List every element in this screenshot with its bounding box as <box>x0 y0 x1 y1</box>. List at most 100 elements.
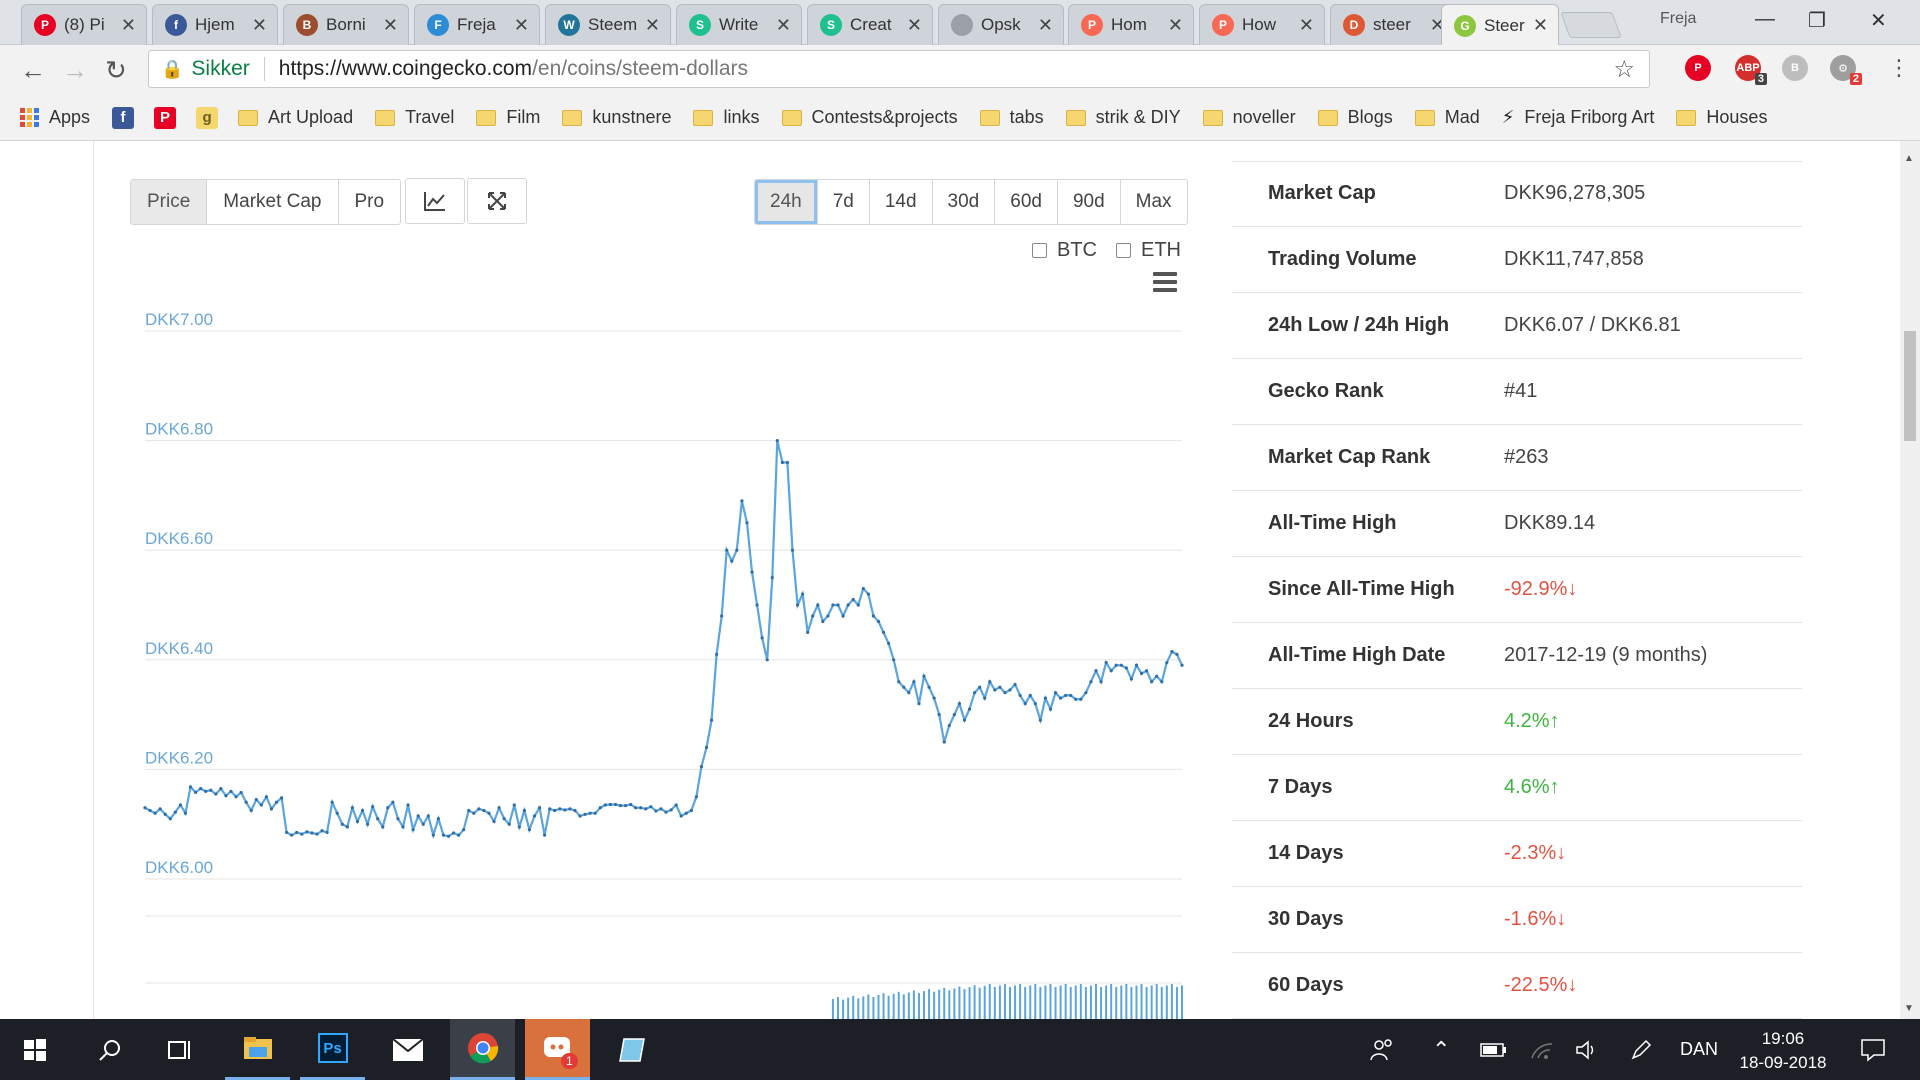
bookmark-star-icon[interactable]: ☆ <box>1613 55 1635 84</box>
volume-bar <box>1029 985 1032 1019</box>
browser-tab[interactable]: G Steer ✕ <box>1441 4 1559 46</box>
pen-icon[interactable] <box>1630 1019 1652 1080</box>
menu-kebab-icon[interactable]: ⋮ <box>1888 55 1910 81</box>
address-bar[interactable]: 🔒 Sikker https://www.coingecko.com /en/c… <box>148 50 1650 88</box>
file-explorer-icon[interactable] <box>225 1019 290 1080</box>
adblock-extension-icon[interactable]: ABP 3 <box>1735 55 1767 85</box>
windows-start-icon[interactable] <box>0 1019 70 1080</box>
bookmark-label: strik & DIY <box>1095 107 1181 127</box>
b-extension-icon[interactable]: B <box>1782 55 1808 81</box>
bookmark-tabs[interactable]: tabs <box>979 107 1044 128</box>
volume-bar <box>1150 985 1153 1019</box>
back-icon[interactable]: ← <box>20 55 46 86</box>
price-point <box>563 808 567 812</box>
tab-close-icon[interactable]: ✕ <box>383 15 398 36</box>
price-point <box>259 803 263 807</box>
minimize-icon[interactable]: — <box>1755 8 1775 31</box>
tab-close-icon[interactable]: ✕ <box>1533 15 1548 36</box>
browser-tab[interactable]: P (8) Pi ✕ <box>21 4 147 45</box>
browser-tab[interactable]: Opsk ✕ <box>938 4 1064 45</box>
bookmark-f[interactable]: f <box>112 106 142 129</box>
price-point <box>593 811 597 815</box>
close-window-icon[interactable]: ✕ <box>1870 8 1887 33</box>
browser-tab[interactable]: P How ✕ <box>1199 4 1325 45</box>
bookmark-travel[interactable]: Travel <box>375 107 454 128</box>
tab-close-icon[interactable]: ✕ <box>1168 15 1183 36</box>
bookmark-p[interactable]: P <box>154 106 184 129</box>
people-icon[interactable] <box>1370 1019 1394 1080</box>
tab-close-icon[interactable]: ✕ <box>121 15 136 36</box>
bookmark-noveller[interactable]: noveller <box>1202 107 1296 128</box>
chrome-icon[interactable] <box>450 1019 515 1080</box>
bookmark-contests-projects[interactable]: Contests&projects <box>781 107 958 128</box>
new-tab-button[interactable] <box>1560 12 1622 38</box>
restore-icon[interactable]: ❐ <box>1808 8 1826 33</box>
tab-close-icon[interactable]: ✕ <box>645 15 660 36</box>
price-point <box>492 819 496 824</box>
browser-tab[interactable]: f Hjem ✕ <box>152 4 278 45</box>
price-point <box>274 800 279 804</box>
bookmark-g[interactable]: g <box>196 106 226 129</box>
tab-close-icon[interactable]: ✕ <box>1038 15 1053 36</box>
price-point <box>446 834 451 838</box>
battery-icon[interactable] <box>1480 1019 1508 1080</box>
scroll-thumb[interactable] <box>1904 331 1916 441</box>
tab-close-icon[interactable]: ✕ <box>776 15 791 36</box>
bookmark-strik-diy[interactable]: strik & DIY <box>1065 107 1181 128</box>
bookmark-mad[interactable]: Mad <box>1414 107 1480 128</box>
forward-icon[interactable]: → <box>62 55 88 86</box>
browser-tab[interactable]: P Hom ✕ <box>1068 4 1194 45</box>
browser-tab[interactable]: B Borni ✕ <box>283 4 409 45</box>
volume-bar <box>1125 984 1128 1019</box>
bookmark-links[interactable]: links <box>693 107 760 128</box>
volume-icon[interactable] <box>1575 1019 1599 1080</box>
bookmark-kunstnere[interactable]: kunstnere <box>562 107 671 128</box>
volume-bar <box>837 997 840 1019</box>
bookmark-freja-friborg-art[interactable]: ⚡ Freja Friborg Art <box>1502 107 1655 128</box>
browser-tab[interactable]: S Creat ✕ <box>807 4 933 45</box>
bookmark-label: links <box>723 107 760 127</box>
browser-tab[interactable]: F Freja ✕ <box>414 4 540 45</box>
price-point <box>568 807 572 811</box>
bookmark-apps[interactable]: Apps <box>20 107 90 128</box>
reload-icon[interactable]: ↻ <box>105 55 127 86</box>
wifi-icon[interactable] <box>1530 1019 1554 1080</box>
notifications-icon[interactable] <box>1860 1019 1886 1080</box>
browser-tab[interactable]: Dsteer ✕ <box>1330 4 1456 45</box>
language-indicator[interactable]: DAN <box>1680 1019 1718 1080</box>
swirl-icon: F <box>427 14 449 36</box>
bookmark-film[interactable]: Film <box>476 107 540 128</box>
mail-icon[interactable] <box>375 1019 440 1080</box>
tab-close-icon[interactable]: ✕ <box>1299 15 1314 36</box>
volume-bar <box>857 998 860 1019</box>
notes-app-icon[interactable] <box>600 1019 665 1080</box>
bookmark-houses[interactable]: Houses <box>1676 107 1767 128</box>
tab-close-icon[interactable]: ✕ <box>252 15 267 36</box>
page-scrollbar[interactable]: ▲ ▼ <box>1900 141 1920 1019</box>
price-point <box>861 586 865 591</box>
scroll-up-icon[interactable]: ▲ <box>1904 153 1914 164</box>
browser-tab[interactable]: W Steem ✕ <box>545 4 671 45</box>
patreon-icon: P <box>1081 14 1103 36</box>
stat-value: -92.9%↓ <box>1504 578 1577 601</box>
bookmark-art-upload[interactable]: Art Upload <box>238 107 353 128</box>
discord-icon[interactable]: 1 <box>525 1019 590 1080</box>
pinterest-extension-icon[interactable]: P <box>1685 55 1711 81</box>
search-icon[interactable] <box>80 1019 140 1080</box>
stat-value-text: 4.2% <box>1504 710 1550 732</box>
clock[interactable]: 19:06 18-09-2018 <box>1718 1027 1848 1075</box>
profile-name[interactable]: Freja <box>1660 10 1696 28</box>
folder-icon <box>1202 109 1223 126</box>
price-point <box>1033 702 1037 706</box>
price-point <box>345 825 349 829</box>
task-view-icon[interactable] <box>150 1019 210 1080</box>
photoshop-icon[interactable]: Ps <box>300 1019 365 1080</box>
tab-close-icon[interactable]: ✕ <box>907 15 922 36</box>
browser-tab[interactable]: S Write ✕ <box>676 4 802 45</box>
puzzle-extension-icon[interactable]: ⚙ 2 <box>1830 55 1862 85</box>
bookmark-blogs[interactable]: Blogs <box>1317 107 1393 128</box>
tab-close-icon[interactable]: ✕ <box>514 15 529 36</box>
scroll-down-icon[interactable]: ▼ <box>1904 1003 1914 1014</box>
price-point <box>790 548 795 552</box>
tray-expand-icon[interactable]: ⌃ <box>1432 1019 1450 1080</box>
